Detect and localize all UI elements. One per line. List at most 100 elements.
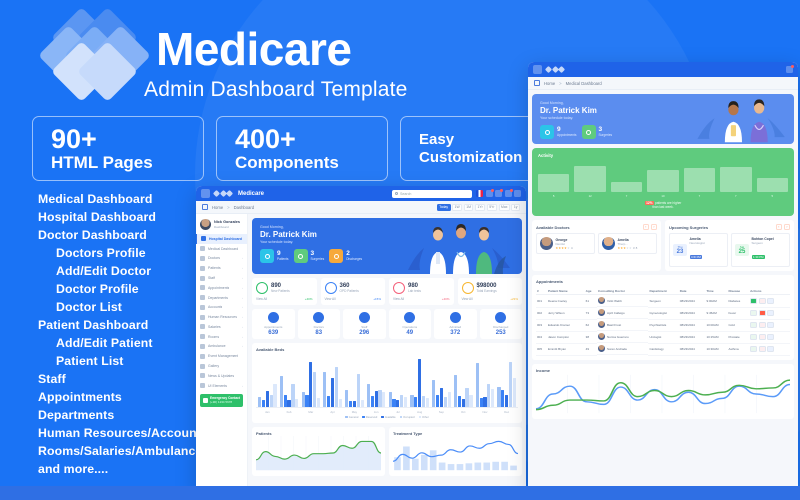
doctor-card[interactable]: George Dentist ★★★★★ 4	[536, 233, 595, 255]
staff-icon	[200, 275, 205, 281]
hospital-dashboard-preview[interactable]: Medicare Search Home > Dashboard Today 1…	[196, 186, 526, 496]
edit-action-icon[interactable]	[767, 346, 775, 353]
delete-action-icon[interactable]	[758, 322, 766, 329]
sidebar-item-rooms[interactable]: Rooms ›	[196, 332, 247, 342]
bar	[475, 362, 479, 407]
table-row[interactable]: 001 Deena Cooley 61 Vicki Webb Surgeon 08/23/…	[536, 294, 790, 308]
stat-card-new-patients[interactable]: 890 New Patients View All +40%	[252, 278, 317, 305]
rating-stars: ★★★★★ 4	[555, 245, 573, 250]
sidebar-item-event-management[interactable]: Event Management	[196, 351, 247, 361]
view-action-icon[interactable]	[750, 346, 758, 353]
stat-card-total-earnings[interactable]: $98000 Total Earnings View All +23%	[457, 278, 522, 305]
icon-card-value: 253	[495, 330, 506, 336]
bar	[421, 395, 426, 407]
home-icon[interactable]	[202, 204, 208, 210]
sidebar-item-ambulance[interactable]: Ambulance ›	[196, 342, 247, 352]
sidebar-item-news-updates[interactable]: News & Updates	[196, 371, 247, 381]
view-action-icon[interactable]	[750, 297, 758, 304]
view-action-icon[interactable]	[750, 322, 758, 329]
table-row[interactable]: 005 Emmitt Bryan 49 Soren Andrade Cardiology…	[536, 343, 790, 356]
edit-action-icon[interactable]	[767, 310, 775, 317]
table-row[interactable]: 004 Jason Compton 38 Norma Guerrero Urologis…	[536, 331, 790, 344]
delete-action-icon[interactable]	[758, 346, 766, 353]
emergency-contact-cta[interactable]: Emergency Contact (+90) 1234 5678	[200, 393, 243, 407]
grid-icon[interactable]	[485, 189, 494, 197]
table-column-header: Actions	[749, 287, 790, 296]
icon-card-appointments[interactable]: Appointments 639	[252, 309, 295, 339]
range-tab-today[interactable]: Today	[436, 203, 451, 211]
cell-consulting-doctor: Soren Andrade	[596, 343, 649, 356]
icon-card-operations[interactable]: Operations 49	[388, 309, 431, 339]
sidebar-user[interactable]: Nick Gonzales Dashboard	[196, 216, 247, 234]
table-cell: 9:00AM	[705, 294, 728, 308]
surgery-card[interactable]: Thu 23 Amelia Neurologist C/D PM	[669, 233, 728, 268]
table-row[interactable]: 003 Eduardo Kramer 62 Basil Frost Psychiatri…	[536, 319, 790, 332]
table-column-header: Age	[584, 287, 597, 296]
sidebar-item-appointments[interactable]: Appointments ›	[196, 283, 247, 293]
doctor-icon	[200, 255, 205, 261]
view-action-icon[interactable]	[750, 310, 758, 317]
icon-card-doctors[interactable]: Doctors 83	[297, 309, 340, 339]
bar	[505, 394, 509, 407]
surgery-card[interactable]: Sat 25 Bohton Copel Surgeon 1:30 PM	[731, 233, 790, 268]
table-cell: Prostate	[727, 331, 750, 344]
stat-view-all[interactable]: View All	[462, 297, 473, 301]
range-tab-1w[interactable]: 1W	[452, 203, 463, 211]
mail-icon[interactable]	[495, 189, 503, 197]
range-tab-1yr[interactable]: 1Yr	[474, 203, 486, 211]
sidebar-item-human-resources[interactable]: Human Resources ›	[196, 312, 247, 322]
avatar[interactable]	[514, 190, 521, 197]
table-row[interactable]: 002 Jerry Wilson 73 April Calleigo Gynecolog…	[536, 307, 790, 320]
bar	[291, 384, 295, 407]
bar	[457, 395, 461, 407]
delete-action-icon[interactable]	[758, 310, 766, 317]
hamburger-icon[interactable]	[533, 65, 542, 74]
sidebar-item-staff[interactable]: Staff ›	[196, 273, 247, 283]
medical-dashboard-preview[interactable]: Home > Medical Dashboard Good Morning, D…	[528, 62, 798, 496]
sidebar-item-ui-elements[interactable]: UI Elements ›	[196, 381, 247, 391]
next-arrow-icon[interactable]: ›	[783, 224, 790, 231]
sidebar-item-accounts[interactable]: Accounts ›	[196, 302, 247, 312]
bell-icon[interactable]	[504, 189, 513, 197]
icon-card-admitted[interactable]: Admitted 372	[434, 309, 477, 339]
activity-bar	[756, 177, 788, 192]
stat-view-all[interactable]: View All	[325, 297, 336, 301]
icon-card-staff[interactable]: Staff 296	[343, 309, 386, 339]
edit-action-icon[interactable]	[767, 297, 775, 304]
flag-icon[interactable]	[476, 190, 483, 197]
sidebar-item-salaries[interactable]: Salaries ›	[196, 322, 247, 332]
search-input[interactable]: Search	[392, 189, 472, 198]
bar	[313, 371, 317, 407]
delete-action-icon[interactable]	[758, 334, 766, 341]
sidebar-item-doctors[interactable]: Doctors ›	[196, 254, 247, 264]
breadcrumb-home[interactable]: Home	[544, 81, 555, 86]
prev-arrow-icon[interactable]: ‹	[775, 224, 782, 231]
edit-action-icon[interactable]	[767, 322, 775, 329]
delete-action-icon[interactable]	[758, 297, 766, 304]
home-icon[interactable]	[534, 80, 540, 86]
range-tab-1m[interactable]: 1M	[463, 203, 474, 211]
stat-view-all[interactable]: View All	[256, 297, 267, 301]
doctor-card[interactable]: Amelia Therp... ★★★★★ 3.5	[598, 233, 657, 255]
sidebar-item-hospital-dashboard[interactable]: Hospital Dashboard	[196, 234, 247, 244]
stat-card-opd-patients[interactable]: 360 OPD Patients View All +15%	[320, 278, 385, 305]
hamburger-icon[interactable]	[201, 189, 210, 198]
range-tab-1y[interactable]: 1y	[511, 203, 520, 211]
range-tab-5yr[interactable]: 5Yr	[486, 203, 497, 211]
range-tab-max[interactable]: Max	[498, 203, 510, 211]
opd-ring-icon	[324, 282, 337, 294]
sidebar-item-patients[interactable]: Patients ›	[196, 263, 247, 273]
breadcrumb-home[interactable]: Home	[212, 205, 223, 210]
avatar[interactable]	[786, 65, 794, 73]
stat-view-all[interactable]: View All	[393, 297, 404, 301]
sidebar-item-medical-dashboard[interactable]: Medical Dashboard	[196, 244, 247, 254]
sidebar-item-gallery[interactable]: Gallery	[196, 361, 247, 371]
stat-card-lab-tests[interactable]: 980 Lab tests View All +40%	[389, 278, 454, 305]
table-cell: Fever	[727, 307, 750, 320]
next-arrow-icon[interactable]: ›	[650, 224, 657, 231]
icon-card-discharged[interactable]: Discharged 253	[479, 309, 522, 339]
prev-arrow-icon[interactable]: ‹	[642, 224, 649, 231]
view-action-icon[interactable]	[750, 334, 758, 341]
sidebar-item-departments[interactable]: Departments ›	[196, 293, 247, 303]
edit-action-icon[interactable]	[767, 334, 775, 341]
